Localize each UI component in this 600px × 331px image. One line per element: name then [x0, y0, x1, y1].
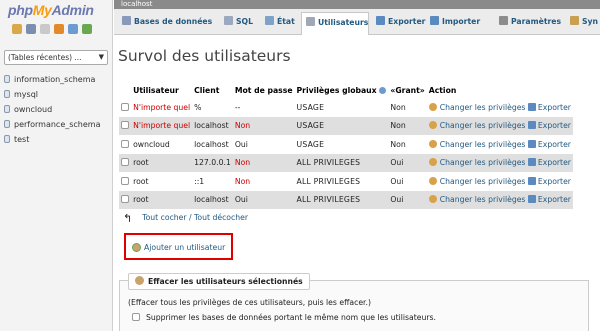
- edit-privileges-link[interactable]: Changer les privilèges: [428, 121, 525, 130]
- table-row: root 127.0.0.1 Non ALL PRIVILEGES Oui Ch…: [119, 153, 573, 172]
- database-icon: [122, 16, 131, 25]
- row-checkbox[interactable]: [121, 158, 129, 167]
- column-password: Mot de passe: [234, 86, 293, 95]
- docs-icon[interactable]: [40, 24, 50, 34]
- table-row: root localhost Oui ALL PRIVILEGES Oui Ch…: [119, 190, 573, 209]
- sync-icon: [570, 16, 579, 25]
- tab-users[interactable]: Utilisateurs: [301, 12, 370, 35]
- database-item[interactable]: owncloud: [4, 102, 101, 117]
- tab-status[interactable]: État: [261, 12, 295, 33]
- tab-import[interactable]: Importer: [426, 12, 480, 33]
- export-link[interactable]: Exporter: [527, 176, 571, 186]
- export-icon: [527, 158, 536, 167]
- add-user-link[interactable]: Ajouter un utilisateur: [132, 243, 225, 252]
- export-link[interactable]: Exporter: [527, 121, 571, 130]
- database-item[interactable]: test: [4, 132, 101, 147]
- edit-privileges-icon: [428, 121, 437, 130]
- check-all-link[interactable]: Tout cocher / Tout décocher: [142, 213, 248, 222]
- edit-privileges-link[interactable]: Changer les privilèges: [428, 102, 525, 112]
- tab-sql[interactable]: SQL: [220, 12, 253, 33]
- database-item[interactable]: information_schema: [4, 72, 101, 87]
- drop-databases-checkbox[interactable]: [132, 313, 140, 321]
- column-action: Action: [428, 86, 457, 95]
- edit-privileges-icon: [428, 102, 437, 111]
- sql-icon: [224, 16, 233, 25]
- table-row: N'importe quel localhost Non USAGE Non C…: [119, 116, 573, 135]
- table-row: root ::1 Non ALL PRIVILEGES Oui Changer …: [119, 172, 573, 191]
- edit-privileges-link[interactable]: Changer les privilèges: [428, 139, 525, 149]
- tab-databases[interactable]: Bases de données: [118, 12, 212, 33]
- tab-sync[interactable]: Syn: [566, 12, 598, 33]
- drop-databases-option[interactable]: Supprimer les bases de données portant l…: [132, 313, 436, 322]
- row-checkbox[interactable]: [121, 102, 129, 111]
- wrench-icon: [499, 16, 508, 25]
- row-checkbox[interactable]: [121, 195, 129, 204]
- row-checkbox[interactable]: [121, 176, 129, 185]
- row-checkbox[interactable]: [121, 121, 129, 130]
- database-list: information_schema mysql owncloud perfor…: [4, 72, 101, 147]
- export-icon: [527, 102, 536, 111]
- edit-privileges-link[interactable]: Changer les privilèges: [428, 176, 525, 186]
- arrow-up-icon: ↰: [123, 212, 133, 225]
- export-link[interactable]: Exporter: [527, 102, 571, 112]
- export-icon: [376, 16, 385, 25]
- column-user: Utilisateur: [133, 86, 179, 95]
- row-checkbox[interactable]: [121, 139, 129, 148]
- server-name[interactable]: localhost: [121, 0, 152, 9]
- tab-settings[interactable]: Paramètres: [495, 12, 561, 33]
- import-icon: [430, 16, 439, 25]
- database-item[interactable]: mysql: [4, 87, 101, 102]
- reload-icon[interactable]: [82, 24, 92, 34]
- tab-export[interactable]: Exporter: [372, 12, 425, 33]
- database-icon: [4, 75, 10, 83]
- top-menu-tabs: Bases de données SQL État Utilisateurs E…: [114, 9, 600, 35]
- column-host: Client: [194, 86, 220, 95]
- remove-user-icon: [135, 276, 144, 285]
- edit-privileges-icon: [428, 176, 437, 185]
- home-icon[interactable]: [12, 24, 22, 34]
- column-grant: «Grant»: [390, 86, 425, 95]
- export-icon: [527, 139, 536, 148]
- database-icon: [4, 105, 10, 113]
- check-all-row: ↰ Tout cocher / Tout décocher: [123, 212, 248, 225]
- table-row: owncloud localhost Oui USAGE Non Changer…: [119, 135, 573, 154]
- delete-users-legend: Effacer les utilisateurs sélectionnés: [128, 273, 310, 290]
- page-title: Survol des utilisateurs: [118, 47, 291, 65]
- database-icon: [4, 120, 10, 128]
- database-icon: [4, 135, 10, 143]
- exit-icon[interactable]: [26, 24, 36, 34]
- server-breadcrumb: localhost: [114, 0, 600, 9]
- export-icon: [527, 176, 536, 185]
- help-icon[interactable]: [54, 24, 64, 34]
- delete-description: (Effacer tous les privilèges de ces util…: [128, 298, 371, 307]
- table-header-row: Utilisateur Client Mot de passe Privilèg…: [119, 83, 573, 98]
- settings-icon[interactable]: [68, 24, 78, 34]
- edit-privileges-link[interactable]: Changer les privilèges: [428, 158, 525, 167]
- database-icon: [4, 90, 10, 98]
- users-table: Utilisateur Client Mot de passe Privilèg…: [119, 83, 573, 209]
- navigation-panel: phpMyAdmin (Tables récentes) ... ▼ infor…: [0, 0, 113, 331]
- export-link[interactable]: Exporter: [527, 158, 571, 167]
- users-icon: [306, 17, 315, 26]
- export-link[interactable]: Exporter: [527, 139, 571, 149]
- edit-privileges-link[interactable]: Changer les privilèges: [428, 195, 525, 204]
- edit-privileges-icon: [428, 158, 437, 167]
- database-item[interactable]: performance_schema: [4, 117, 101, 132]
- export-link[interactable]: Exporter: [527, 195, 571, 204]
- main-content: Survol des utilisateurs Utilisateur Clie…: [114, 36, 600, 331]
- table-row: N'importe quel % -- USAGE Non Changer le…: [119, 98, 573, 117]
- help-icon[interactable]: [379, 87, 387, 94]
- edit-privileges-icon: [428, 139, 437, 148]
- export-icon: [527, 121, 536, 130]
- export-icon: [527, 195, 536, 204]
- nav-icon-bar: [12, 24, 92, 34]
- edit-privileges-icon: [428, 195, 437, 204]
- phpmyadmin-logo[interactable]: phpMyAdmin: [8, 2, 94, 18]
- add-user-icon: [132, 243, 141, 252]
- status-icon: [265, 16, 274, 25]
- add-user-highlight: Ajouter un utilisateur: [124, 233, 233, 260]
- column-privileges: Privilèges globaux: [295, 83, 389, 98]
- recent-tables-select[interactable]: (Tables récentes) ... ▼: [4, 50, 108, 65]
- chevron-down-icon: ▼: [98, 53, 104, 61]
